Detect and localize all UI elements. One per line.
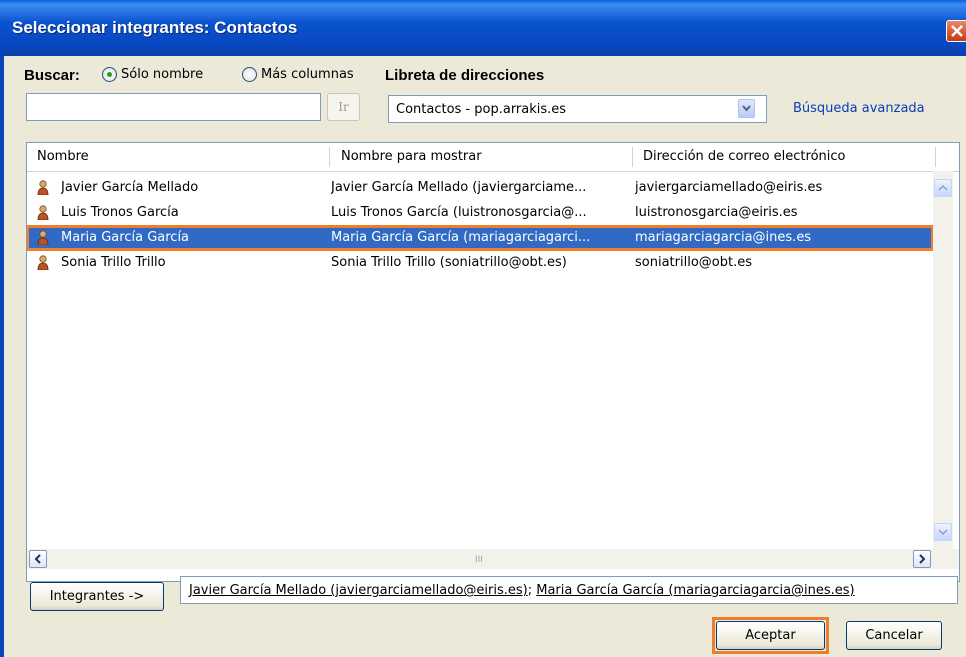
table-row[interactable]: Luis Tronos García Luis Tronos García (lu… <box>27 201 933 225</box>
cell-display: Maria García García (mariagarciagarci... <box>331 230 591 245</box>
column-divider[interactable] <box>632 147 633 167</box>
chevron-right-icon <box>919 554 926 564</box>
chevron-left-icon <box>34 554 41 564</box>
members-field[interactable]: Javier García Mellado (javiergarciamella… <box>180 576 958 604</box>
contact-icon <box>37 255 49 270</box>
cell-email: javiergarciamellado@eiris.es <box>635 180 823 195</box>
members-list: Javier García Mellado (javiergarciamella… <box>189 583 855 598</box>
scroll-left-button[interactable] <box>29 550 47 568</box>
contact-icon <box>37 205 49 220</box>
column-header-display-name[interactable]: Nombre para mostrar <box>341 149 482 164</box>
radio-name-only-label: Sólo nombre <box>121 67 204 82</box>
address-book-label: Libreta de direcciones <box>385 67 545 84</box>
cell-display: Javier García Mellado (javiergarciame... <box>331 180 587 195</box>
close-button[interactable] <box>946 20 966 42</box>
chevron-up-icon <box>938 184 948 191</box>
member-separator: ; <box>527 583 537 598</box>
member-entry[interactable]: Maria García García (mariagarciagarcia@i… <box>536 583 854 598</box>
cell-name: Javier García Mellado <box>61 180 199 195</box>
vertical-scrollbar[interactable] <box>933 171 953 549</box>
member-entry[interactable]: Javier García Mellado (javiergarciamella… <box>189 583 528 598</box>
window-title: Seleccionar integrantes: Contactos <box>12 18 298 37</box>
cell-name: Luis Tronos García <box>61 205 179 220</box>
horizontal-scrollbar[interactable]: III <box>27 549 959 569</box>
column-header-email[interactable]: Dirección de correo electrónico <box>643 149 845 164</box>
advanced-search-link[interactable]: Búsqueda avanzada <box>793 101 925 116</box>
table-row[interactable]: Sonia Trillo Trillo Sonia Trillo Trillo (… <box>27 251 933 275</box>
chevron-down-icon <box>938 529 948 536</box>
cell-name: Maria García García <box>61 230 190 245</box>
radio-more-columns[interactable] <box>242 67 257 82</box>
column-divider[interactable] <box>329 147 330 167</box>
select-members-dialog: Seleccionar integrantes: Contactos Busca… <box>0 0 966 657</box>
chevron-down-icon <box>742 105 751 112</box>
search-input[interactable] <box>26 93 321 121</box>
go-button[interactable]: Ir <box>327 93 360 121</box>
cell-name: Sonia Trillo Trillo <box>61 255 166 270</box>
table-row[interactable]: Maria García García Maria García García (… <box>27 225 934 251</box>
cancel-button[interactable]: Cancelar <box>846 621 942 650</box>
add-members-button[interactable]: Integrantes -> <box>30 582 164 611</box>
scroll-up-button[interactable] <box>934 179 952 197</box>
cell-email: mariagarciagarcia@ines.es <box>635 230 812 245</box>
close-icon <box>951 25 963 37</box>
search-label: Buscar: <box>24 67 80 84</box>
address-book-select[interactable]: Contactos - pop.arrakis.es <box>388 95 767 123</box>
cell-display: Luis Tronos García (luistronosgarcia@... <box>331 205 587 220</box>
radio-name-only[interactable] <box>102 67 117 82</box>
contact-icon <box>37 230 49 245</box>
list-header: Nombre Nombre para mostrar Dirección de … <box>27 143 959 172</box>
scroll-right-button[interactable] <box>913 550 931 568</box>
radio-more-columns-label: Más columnas <box>261 67 354 82</box>
accept-button[interactable]: Aceptar <box>716 621 825 650</box>
table-row[interactable]: Javier García Mellado Javier García Mella… <box>27 176 933 200</box>
cell-display: Sonia Trillo Trillo (soniatrillo@obt.es) <box>331 255 567 270</box>
window-frame-left <box>0 56 4 657</box>
cell-email: soniatrillo@obt.es <box>635 255 752 270</box>
cell-email: luistronosgarcia@eiris.es <box>635 205 798 220</box>
scroll-down-button[interactable] <box>934 523 952 541</box>
contact-icon <box>37 180 49 195</box>
column-header-name[interactable]: Nombre <box>37 149 89 164</box>
title-bar[interactable]: Seleccionar integrantes: Contactos <box>0 0 966 56</box>
address-book-value: Contactos - pop.arrakis.es <box>396 102 567 117</box>
column-divider[interactable] <box>935 147 936 167</box>
dropdown-button[interactable] <box>738 99 755 118</box>
scroll-thumb-grip[interactable]: III <box>475 555 483 565</box>
contacts-list[interactable]: Nombre Nombre para mostrar Dirección de … <box>26 142 960 582</box>
